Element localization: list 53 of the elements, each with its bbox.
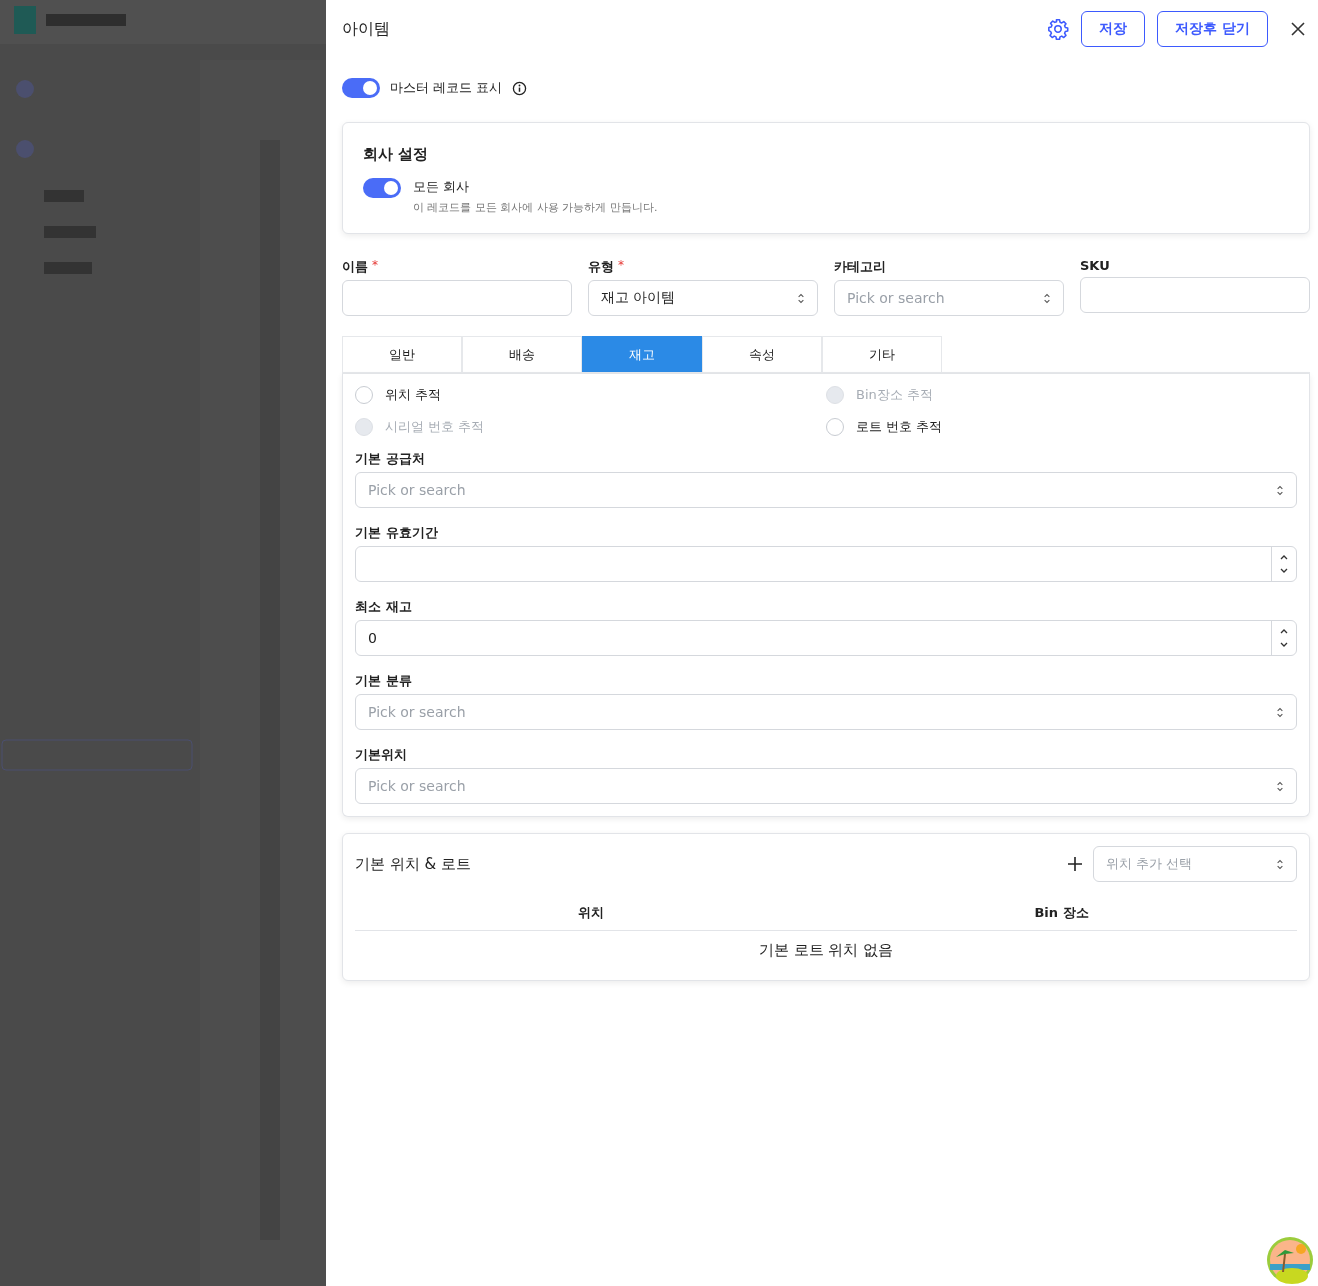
field-label: 카테고리 [834,258,886,276]
empty-message: 기본 로트 위치 없음 [757,941,895,960]
chevron-icon [797,292,805,304]
panel-title: 아이템 [342,18,390,40]
checkbox-label: Bin장소 추적 [856,386,933,404]
toggle-switch[interactable] [342,78,380,98]
toggle-switch[interactable] [363,178,401,198]
toggle-description: 이 레코드를 모든 회사에 사용 가능하게 만듭니다. [413,200,658,215]
tab[interactable]: 일반 [342,336,462,372]
input-field[interactable] [1080,277,1310,313]
field-label: 이름 [342,258,368,276]
number-field[interactable] [355,546,1297,582]
select-field[interactable]: 위치 추가 선택 [1093,846,1297,882]
select-field[interactable]: Pick or search [834,280,1064,316]
column-header: Bin 장소 [1033,904,1090,922]
field-label: 기본 공급처 [355,450,426,468]
toggle-label: 마스터 레코드 표시 [390,79,503,97]
tab[interactable]: 속성 [702,336,822,372]
info-icon [512,80,528,96]
field-label: 기본 유효기간 [355,524,439,542]
checkbox-label: 로트 번호 추적 [856,418,943,436]
field-label: SKU [1080,258,1110,273]
close-icon[interactable] [1290,21,1306,37]
card-title: 기본 위치 & 로트 [355,854,471,874]
field-label: 기본 분류 [355,672,413,690]
chevron-icon [1276,858,1284,870]
column-header: 위치 [576,904,605,922]
tab[interactable]: 재고 [582,336,702,372]
checkbox-label: 위치 추적 [385,386,442,404]
add-icon[interactable] [1067,856,1083,872]
select-field[interactable]: Pick or search [355,768,1297,804]
field-label: 기본위치 [355,746,408,764]
chevron-icon [1276,484,1284,496]
settings-icon[interactable] [1047,18,1070,40]
select-field[interactable]: Pick or search [355,472,1297,508]
chevron-icon [1043,292,1051,304]
number-field[interactable]: 0 [355,620,1297,656]
select-field[interactable]: Pick or search [355,694,1297,730]
required-mark: * [618,258,624,272]
input-field[interactable] [342,280,572,316]
save-button[interactable]: 저장 [1081,11,1146,47]
card-title: 회사 설정 [363,145,430,164]
required-mark: * [372,258,378,272]
tab[interactable]: 배송 [462,336,582,372]
checkbox-label: 시리얼 번호 추적 [385,418,485,436]
chevron-icon [1276,706,1284,718]
field-label: 유형 [588,258,614,276]
save-button[interactable]: 저장후 닫기 [1157,11,1268,47]
select-field[interactable]: 재고 아이템 [588,280,818,316]
chevron-icon [1276,780,1284,792]
field-label: 최소 재고 [355,598,413,616]
toggle-label: 모든 회사 [413,178,471,196]
tab[interactable]: 기타 [822,336,942,372]
